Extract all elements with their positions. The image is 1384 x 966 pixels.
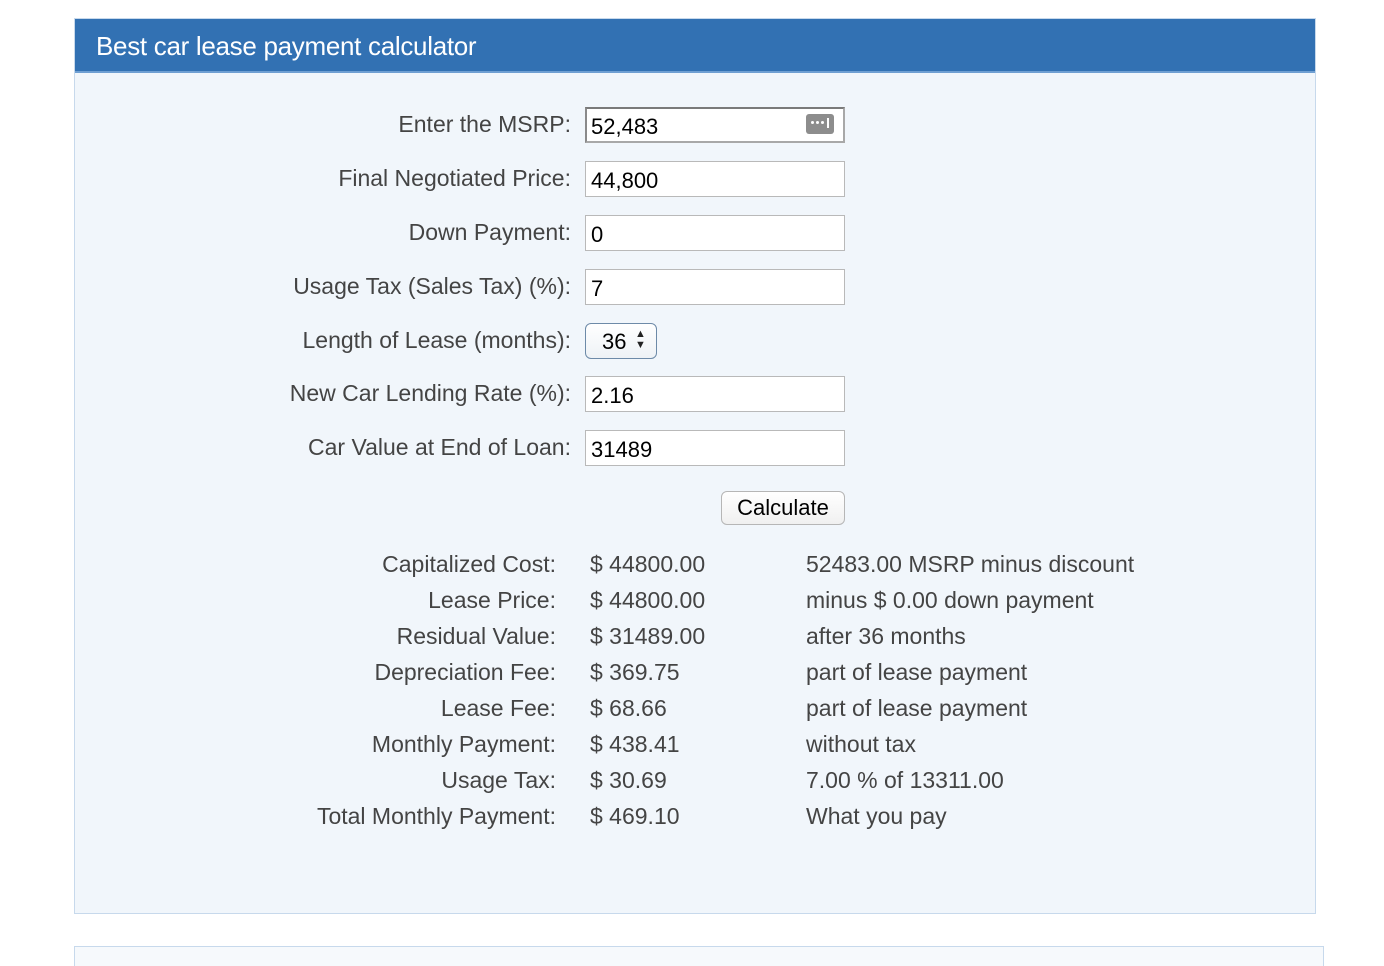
down-payment-label: Down Payment:: [408, 219, 571, 245]
result-row: Depreciation Fee: $ 369.75 part of lease…: [75, 659, 1315, 693]
usage-tax-input[interactable]: [585, 269, 845, 305]
result-value: $ 369.75: [590, 659, 680, 685]
up-down-arrows-icon: ▲ ▼: [635, 328, 646, 351]
calculate-button[interactable]: Calculate: [721, 491, 845, 525]
negotiated-price-row: Final Negotiated Price:: [75, 161, 1315, 197]
result-note: 52483.00 MSRP minus discount: [806, 551, 1135, 577]
result-row: Lease Fee: $ 68.66 part of lease payment: [75, 695, 1315, 729]
result-note: What you pay: [806, 803, 947, 829]
lease-length-value: 36: [602, 329, 627, 354]
lending-rate-label: New Car Lending Rate (%):: [289, 380, 571, 406]
car-value-input[interactable]: [585, 430, 845, 466]
result-row: Capitalized Cost: $ 44800.00 52483.00 MS…: [75, 551, 1315, 585]
result-value: $ 469.10: [590, 803, 680, 829]
car-value-row: Car Value at End of Loan:: [75, 430, 1315, 466]
result-note: minus $ 0.00 down payment: [806, 587, 1094, 613]
msrp-row: Enter the MSRP:: [75, 107, 1315, 143]
result-note: after 36 months: [806, 623, 966, 649]
result-value: $ 31489.00: [590, 623, 706, 649]
result-label: Residual Value:: [396, 623, 556, 649]
result-label: Depreciation Fee:: [374, 659, 556, 685]
result-row: Lease Price: $ 44800.00 minus $ 0.00 dow…: [75, 587, 1315, 621]
result-note: part of lease payment: [806, 695, 1028, 721]
lease-length-select[interactable]: 36 ▲ ▼: [585, 323, 657, 359]
car-value-label: Car Value at End of Loan:: [308, 434, 571, 460]
page-title: Best car lease payment calculator: [96, 31, 477, 61]
negotiated-price-label: Final Negotiated Price:: [338, 165, 571, 191]
result-label: Monthly Payment:: [371, 731, 556, 757]
result-row: Monthly Payment: $ 438.41 without tax: [75, 731, 1315, 765]
result-row: Total Monthly Payment: $ 469.10 What you…: [75, 803, 1315, 837]
lending-rate-row: New Car Lending Rate (%):: [75, 376, 1315, 412]
result-note: part of lease payment: [806, 659, 1028, 685]
result-label: Lease Fee:: [440, 695, 556, 721]
lease-length-label: Length of Lease (months):: [302, 327, 572, 353]
result-label: Total Monthly Payment:: [316, 803, 556, 829]
result-label: Capitalized Cost:: [382, 551, 556, 577]
down-payment-input[interactable]: [585, 215, 845, 251]
calculator-panel: Best car lease payment calculator Enter …: [74, 18, 1316, 914]
result-value: $ 44800.00: [590, 587, 706, 613]
lease-length-row: Length of Lease (months): 36 ▲ ▼: [75, 323, 1315, 359]
password-manager-dots-icon[interactable]: [806, 114, 834, 134]
next-panel-edge: [74, 946, 1324, 966]
lending-rate-input[interactable]: [585, 376, 845, 412]
usage-tax-label: Usage Tax (Sales Tax) (%):: [293, 273, 571, 299]
result-value: $ 44800.00: [590, 551, 706, 577]
usage-tax-row: Usage Tax (Sales Tax) (%):: [75, 269, 1315, 305]
panel-header: Best car lease payment calculator: [75, 19, 1315, 73]
result-row: Usage Tax: $ 30.69 7.00 % of 13311.00: [75, 767, 1315, 801]
result-label: Usage Tax:: [441, 767, 556, 793]
result-note: 7.00 % of 13311.00: [806, 767, 1004, 793]
result-row: Residual Value: $ 31489.00 after 36 mont…: [75, 623, 1315, 657]
result-note: without tax: [806, 731, 916, 757]
negotiated-price-input[interactable]: [585, 161, 845, 197]
down-payment-row: Down Payment:: [75, 215, 1315, 251]
result-value: $ 68.66: [590, 695, 667, 721]
result-value: $ 30.69: [590, 767, 667, 793]
result-value: $ 438.41: [590, 731, 680, 757]
msrp-label: Enter the MSRP:: [398, 111, 571, 137]
result-label: Lease Price:: [428, 587, 556, 613]
